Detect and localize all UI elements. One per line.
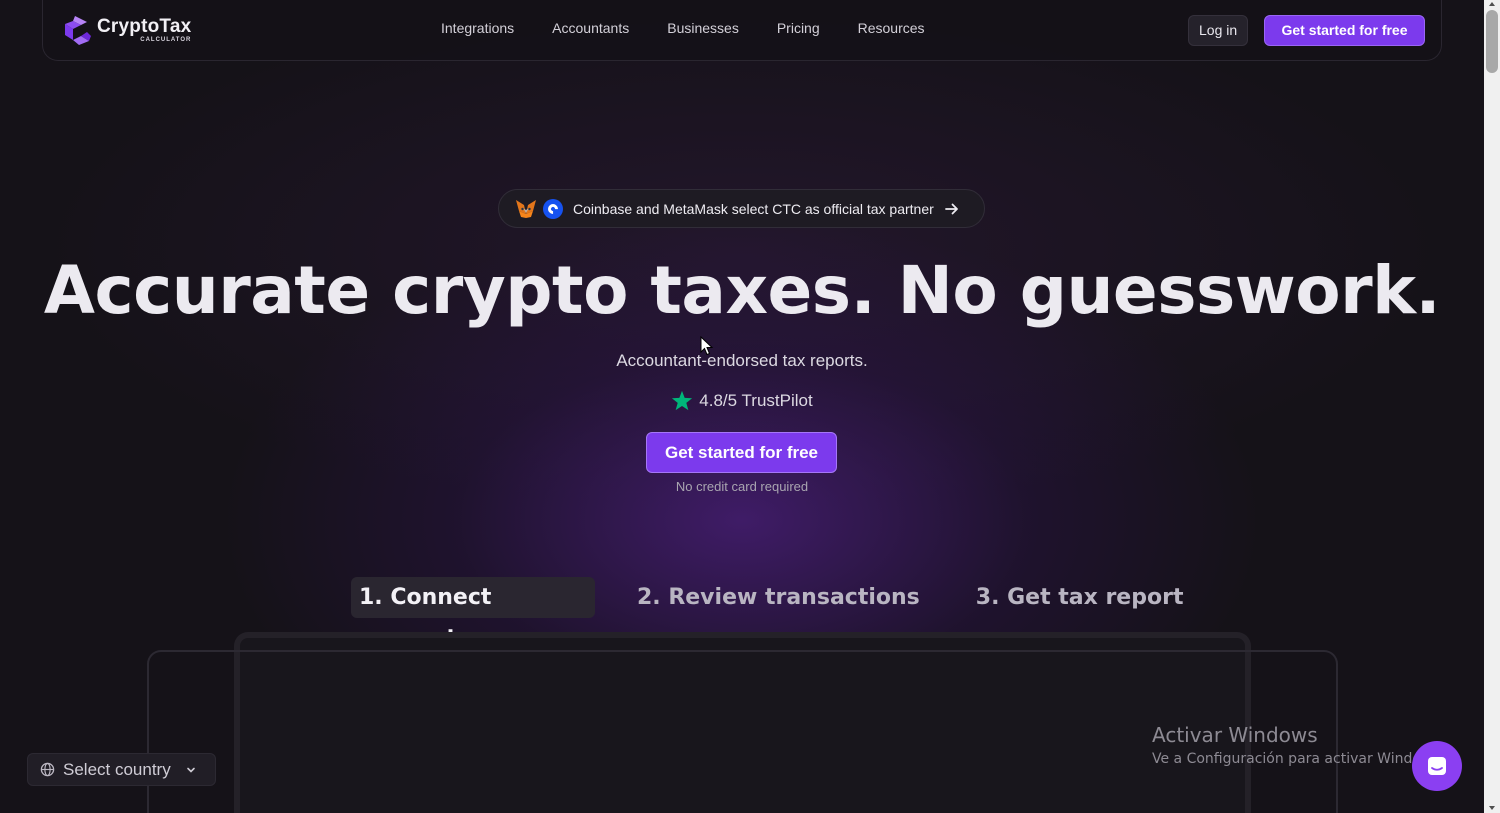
- announcement-text: Coinbase and MetaMask select CTC as offi…: [573, 200, 934, 217]
- hero-get-started-button[interactable]: Get started for free: [646, 432, 837, 473]
- rating-text: 4.8/5 TrustPilot: [699, 391, 813, 410]
- nav-get-started-button[interactable]: Get started for free: [1264, 15, 1425, 46]
- chat-launcher-button[interactable]: [1412, 741, 1462, 791]
- mouse-cursor-icon: [700, 336, 714, 356]
- hero-subhead: Accountant-endorsed tax reports.: [616, 351, 868, 370]
- scroll-up-arrow-icon[interactable]: [1484, 0, 1500, 8]
- globe-icon: [40, 762, 55, 777]
- hero-headline: Accurate crypto taxes. No guesswork.: [43, 252, 1441, 329]
- watermark-title: Activar Windows: [1152, 723, 1318, 747]
- nav-link-integrations[interactable]: Integrations: [441, 20, 514, 36]
- trustpilot-rating[interactable]: 4.8/5 TrustPilot: [0, 390, 1484, 412]
- metamask-fox-icon: [516, 199, 536, 218]
- tab-review-transactions[interactable]: 2. Review transactions: [629, 577, 928, 618]
- logo-subtitle: CALCULATOR: [140, 37, 192, 43]
- no-credit-card-note: No credit card required: [675, 479, 809, 494]
- arrow-right-icon: [944, 203, 958, 214]
- country-select-label: Select country: [63, 759, 171, 779]
- navbar: CryptoTax CALCULATOR Integrations Accoun…: [42, 0, 1442, 61]
- windows-activation-watermark: Activar Windows Ve a Configuración para …: [1152, 723, 1444, 767]
- scrollbar-thumb[interactable]: [1486, 10, 1498, 73]
- tab-get-tax-report[interactable]: 3. Get tax report: [968, 577, 1192, 618]
- step-tabs: 1. Connect accounts 2. Review transactio…: [351, 577, 1192, 651]
- tab-connect-accounts[interactable]: 1. Connect accounts: [351, 577, 595, 651]
- vertical-scrollbar[interactable]: [1484, 0, 1500, 813]
- watermark-subtitle: Ve a Configuración para activar Windows.: [1152, 751, 1445, 767]
- nav-link-pricing[interactable]: Pricing: [777, 20, 820, 36]
- login-button[interactable]: Log in: [1188, 15, 1249, 46]
- nav-link-accountants[interactable]: Accountants: [552, 20, 629, 36]
- scroll-down-arrow-icon[interactable]: [1484, 803, 1500, 813]
- coinbase-icon: [543, 198, 563, 219]
- announcement-pill[interactable]: Coinbase and MetaMask select CTC as offi…: [498, 189, 985, 228]
- chat-icon: [1428, 757, 1446, 775]
- logo-title: CryptoTax: [97, 16, 192, 37]
- nav-link-businesses[interactable]: Businesses: [667, 20, 739, 36]
- logo[interactable]: CryptoTax CALCULATOR: [61, 14, 191, 46]
- chevron-down-icon: [186, 767, 195, 773]
- cryptotax-logo-icon: [65, 16, 91, 45]
- trustpilot-star-icon: [672, 390, 693, 411]
- nav-links: Integrations Accountants Businesses Pric…: [441, 20, 925, 36]
- country-select[interactable]: Select country: [27, 753, 216, 786]
- page: CryptoTax CALCULATOR Integrations Accoun…: [0, 0, 1484, 813]
- nav-link-resources[interactable]: Resources: [858, 20, 925, 36]
